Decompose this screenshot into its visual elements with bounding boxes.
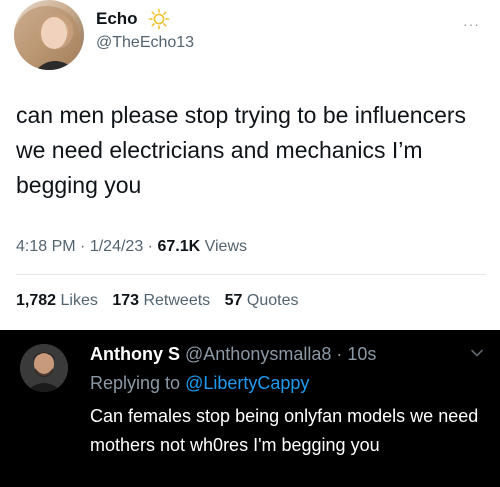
tweet-time[interactable]: 4:18 PM (16, 238, 76, 255)
reply-header: Anthony S @Anthonysmalla8 · 10s (90, 344, 376, 365)
tweet-text: can men please stop trying to be influen… (16, 102, 467, 198)
replying-label: Replying to (90, 373, 181, 393)
author-avatar[interactable] (14, 0, 84, 70)
likes-label: Likes (60, 292, 98, 309)
quotes-label: Quotes (246, 292, 299, 309)
likes-stat[interactable]: 1,782 Likes (16, 292, 98, 309)
engagement-stats: 1,782 Likes 173 Retweets 57 Quotes (16, 292, 298, 310)
reply-separator: · (336, 344, 343, 364)
reply-tweet: Anthony S @Anthonysmalla8 · 10s Replying… (0, 330, 500, 487)
quotes-stat[interactable]: 57 Quotes (225, 292, 299, 309)
meta-separator: · (147, 238, 153, 255)
views-count: 67.1K (157, 238, 201, 255)
reply-author-name[interactable]: Anthony S (90, 344, 180, 364)
likes-count: 1,782 (16, 292, 57, 309)
original-tweet: Echo @TheEcho13 ··· can men please stop … (0, 0, 500, 330)
reply-author-handle[interactable]: @Anthonysmalla8 (185, 344, 331, 364)
meta-separator: · (80, 238, 86, 255)
author-name[interactable]: Echo (96, 9, 138, 29)
retweets-stat[interactable]: 173 Retweets (112, 292, 210, 309)
views-label: Views (204, 238, 247, 255)
tweet-date[interactable]: 1/24/23 (90, 238, 143, 255)
chevron-down-icon[interactable] (470, 346, 484, 360)
avatar-photo (14, 5, 84, 70)
replying-handle[interactable]: @LibertyCappy (185, 373, 309, 393)
reply-text: Can females stop being onlyfan models we… (90, 406, 479, 455)
retweets-label: Retweets (143, 292, 211, 309)
more-icon[interactable]: ··· (463, 16, 480, 32)
quotes-count: 57 (224, 292, 243, 309)
divider (16, 274, 486, 275)
tweet-meta: 4:18 PM · 1/24/23 · 67.1K Views (16, 238, 247, 256)
sun-icon (148, 8, 170, 30)
reply-avatar-photo (20, 344, 68, 392)
author-handle[interactable]: @TheEcho13 (96, 34, 194, 52)
reply-avatar[interactable] (20, 344, 68, 392)
replying-to: Replying to @LibertyCappy (90, 373, 309, 394)
reply-time[interactable]: 10s (347, 344, 376, 364)
retweets-count: 173 (112, 292, 140, 309)
